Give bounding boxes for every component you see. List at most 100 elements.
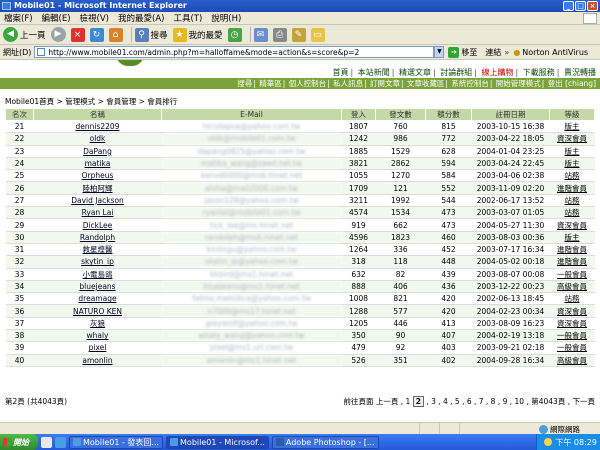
admin-mode-link[interactable]: 開始管理模式 (496, 79, 541, 88)
email-cell: randolph@ms6.hinet.net (161, 231, 342, 244)
nav-forum[interactable]: 討論群組 (440, 68, 472, 77)
links-button[interactable]: 連結 (485, 47, 501, 58)
level-link[interactable]: 版主 (549, 145, 595, 158)
history-button[interactable]: ◷ (227, 27, 242, 42)
pager-page-links[interactable]: , 3 , 4 , 5 , 6 , 7 , 8 , 9 , 10 , (426, 397, 529, 406)
address-dropdown-icon[interactable]: ▼ (434, 46, 445, 58)
nav-featured[interactable]: 精選文章 (399, 68, 431, 77)
level-link[interactable]: 資深會員 (549, 132, 595, 146)
home-button[interactable]: ⌂ (108, 27, 123, 42)
pager-last-link[interactable]: 第4043頁 (531, 397, 565, 406)
member-name-link[interactable]: dennis2209 (33, 120, 162, 134)
level-link[interactable]: 一般會員 (549, 268, 595, 281)
member-name-link[interactable]: Randolph (33, 231, 162, 244)
pager-next-link[interactable]: , 下一頁 (568, 397, 595, 406)
level-link[interactable]: 版主 (549, 231, 595, 244)
member-name-link[interactable]: skytin_ip (33, 255, 162, 269)
member-name-link[interactable]: 陸柏阿輝 (33, 181, 162, 195)
level-link[interactable]: 版主 (549, 120, 595, 134)
member-name-link[interactable]: oldk (33, 132, 162, 146)
member-name-link[interactable]: Orpheus (33, 169, 162, 183)
member-name-link[interactable]: David Jackson (33, 194, 162, 208)
nav-shopping[interactable]: 線上購物 (482, 68, 514, 77)
clock[interactable]: 下午 08:29 (555, 437, 597, 448)
edit-button[interactable]: ✎ (291, 27, 306, 42)
menu-file[interactable]: 檔案(F) (4, 12, 33, 24)
level-link[interactable]: 進階會員 (549, 255, 595, 269)
level-link[interactable]: 站務 (549, 194, 595, 208)
member-name-link[interactable]: 小電島鴿 (33, 268, 162, 281)
member-name-link[interactable]: bluejeans (33, 280, 162, 294)
favorites-button[interactable]: ★ 我的最愛 (172, 27, 223, 42)
member-name-link[interactable]: DickLee (33, 218, 162, 232)
level-link[interactable]: 一般會員 (549, 329, 595, 343)
go-button[interactable]: ➜ 移至 (448, 46, 477, 58)
refresh-button[interactable]: ↻ (89, 27, 104, 42)
admin-usercp-link[interactable]: 個人控制台 (289, 79, 327, 88)
quicklaunch-ie-icon[interactable] (55, 436, 66, 448)
member-name-link[interactable]: 救星煌醫 (33, 243, 162, 257)
admin-digest-link[interactable]: 精華區 (259, 79, 282, 88)
level-link[interactable]: 版主 (549, 157, 595, 171)
member-name-link[interactable]: NATURO KEN (33, 304, 162, 318)
taskbar-task[interactable]: Mobile01 - 發表回... (69, 435, 164, 449)
level-link[interactable]: 資深會員 (549, 218, 595, 232)
tray-icon[interactable] (544, 438, 553, 446)
member-name-link[interactable]: matika (33, 157, 162, 171)
member-name-link[interactable]: whaly (33, 329, 162, 343)
level-link[interactable]: 站務 (549, 206, 595, 220)
nav-download[interactable]: 下載服務 (523, 68, 555, 77)
admin-bookmarks-link[interactable]: 文章收藏區 (407, 79, 445, 88)
links-chevron-icon[interactable]: » (504, 48, 509, 57)
level-link[interactable]: 站務 (549, 169, 595, 183)
menu-view[interactable]: 檢視(V) (80, 12, 109, 24)
folder-button[interactable]: ▭ (310, 27, 325, 42)
norton-antivirus-button[interactable]: Norton AntiVirus (522, 48, 588, 57)
level-link[interactable]: 資深會員 (549, 317, 595, 331)
level-link[interactable]: 站務 (549, 292, 595, 306)
level-link[interactable]: 一般會員 (549, 341, 595, 355)
member-name-link[interactable]: dreamage (33, 292, 162, 306)
nav-home[interactable]: 首頁 (333, 68, 349, 77)
member-name-link[interactable]: Ryan Lai (33, 206, 162, 220)
admin-subscribe-link[interactable]: 訂閱文章 (370, 79, 400, 88)
taskbar-task[interactable]: Adobe Photoshop - [... (271, 435, 379, 449)
menu-help[interactable]: 說明(H) (211, 12, 241, 24)
search-button[interactable]: ⚲ 搜尋 (134, 27, 168, 42)
taskbar-task-active[interactable]: Mobile01 - Microsof... (166, 435, 269, 449)
pager-first-link[interactable]: 1 (406, 397, 411, 406)
level-link[interactable]: 進階會員 (549, 243, 595, 257)
admin-logout-link[interactable]: 登出 [chiang] (548, 79, 596, 88)
score-cell: 436 (425, 280, 472, 294)
admin-search-link[interactable]: 搜尋 (237, 79, 252, 88)
page-info: 第2頁 (共4043頁) (5, 397, 68, 406)
forward-button[interactable]: ▶ (50, 27, 66, 42)
level-link[interactable]: 進階會員 (549, 181, 595, 195)
close-button[interactable]: × (587, 1, 598, 11)
pager-prev-link[interactable]: 前往頁面 上一頁 , (343, 397, 403, 406)
mail-button[interactable]: ✉ (253, 27, 268, 42)
menu-edit[interactable]: 編輯(E) (42, 12, 71, 24)
start-button[interactable]: 開始 (0, 434, 38, 450)
member-name-link[interactable]: 灰狼 (33, 317, 162, 331)
member-name-link[interactable]: DaPang (33, 145, 162, 158)
nav-news[interactable]: 本站新聞 (358, 68, 390, 77)
menu-favorites[interactable]: 我的最愛(A) (118, 12, 164, 24)
level-link[interactable]: 高級會員 (549, 280, 595, 294)
nav-live[interactable]: 賣況轉播 (564, 68, 596, 77)
status-bar: 網際網路 (0, 422, 600, 435)
minimize-button[interactable]: _ (563, 1, 574, 11)
admin-syscp-link[interactable]: 系統控制台 (451, 79, 489, 88)
admin-pm-link[interactable]: 私人訊息 (333, 79, 363, 88)
level-link[interactable]: 資深會員 (549, 304, 595, 318)
member-name-link[interactable]: pixel (33, 341, 162, 355)
member-name-link[interactable]: amonlin (33, 354, 162, 367)
back-button[interactable]: ◀ 上一頁 (3, 27, 46, 42)
menu-tools[interactable]: 工具(T) (173, 12, 202, 24)
maximize-button[interactable]: □ (575, 1, 586, 11)
print-button[interactable]: ⎙ (272, 27, 287, 42)
address-input[interactable]: http://www.mobile01.com/admin.php?m=hall… (34, 46, 435, 58)
quicklaunch-desktop-icon[interactable] (41, 436, 52, 448)
stop-button[interactable]: × (70, 27, 85, 42)
level-link[interactable]: 高級會員 (549, 354, 595, 367)
